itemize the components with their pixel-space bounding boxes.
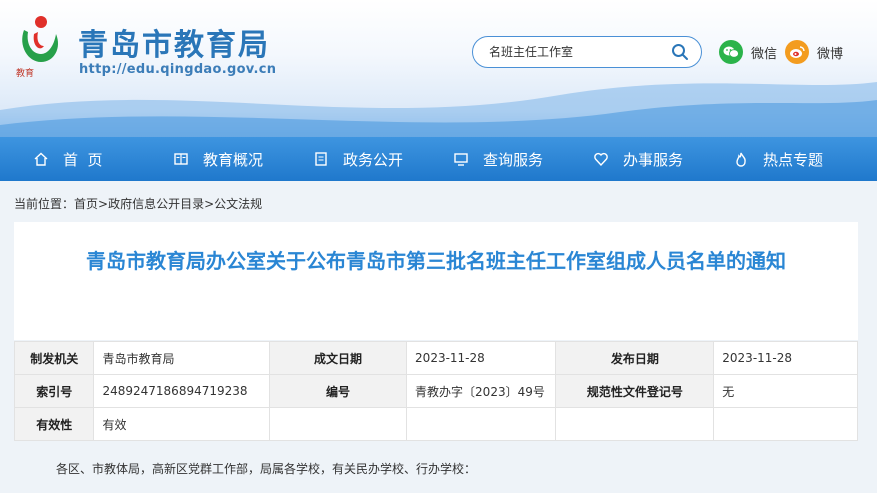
meta-key: 制发机关 <box>13 341 95 375</box>
meta-key: 有效性 <box>13 407 95 441</box>
table-row: 有效性 有效 <box>13 407 858 441</box>
article-body-first-line: 各区、市教体局，高新区党群工作部，局属各学校，有关民办学校、行办学校： <box>56 462 477 476</box>
nav-item-services[interactable]: 办事服务 <box>593 137 683 181</box>
breadcrumb-separator: > <box>204 197 215 211</box>
breadcrumb-separator: > <box>98 197 109 211</box>
meta-value: 青教办字〔2023〕49号 <box>406 374 557 408</box>
search-input[interactable] <box>489 42 659 62</box>
site-url[interactable]: http://edu.qingdao.gov.cn <box>79 62 276 77</box>
site-title[interactable]: 青岛市教育局 <box>78 20 270 64</box>
document-meta-table: 制发机关 青岛市教育局 成文日期 2023-11-28 发布日期 2023-11… <box>13 341 858 441</box>
weibo-icon <box>785 40 809 64</box>
logo-emblem-icon: 教育 <box>16 16 59 79</box>
breadcrumb-link-directory[interactable]: 政府信息公开目录 <box>108 197 204 211</box>
meta-value: 2023-11-28 <box>713 341 858 375</box>
table-row: 索引号 2489247186894719238 编号 青教办字〔2023〕49号… <box>13 374 858 408</box>
fire-icon <box>736 152 746 167</box>
meta-key: 编号 <box>268 374 408 408</box>
meta-empty-cell <box>406 407 557 441</box>
meta-key: 发布日期 <box>555 341 715 375</box>
breadcrumb-prefix: 当前位置： <box>14 197 75 211</box>
nav-item-label: 教育概况 <box>203 150 264 169</box>
meta-key: 成文日期 <box>268 341 408 375</box>
search-box <box>472 36 702 68</box>
article-title-card: 青岛市教育局办公室关于公布青岛市第三批名班主任工作室组成人员名单的通知 <box>14 222 858 340</box>
table-row: 制发机关 青岛市教育局 成文日期 2023-11-28 发布日期 2023-11… <box>13 341 858 375</box>
wechat-link[interactable]: 微信 <box>719 40 777 64</box>
nav-item-label: 首 页 <box>63 150 103 169</box>
heart-icon <box>594 152 608 167</box>
wechat-icon <box>719 40 743 64</box>
meta-value: 2023-11-28 <box>406 341 557 375</box>
nav-item-query[interactable]: 查询服务 <box>453 137 543 181</box>
meta-value: 2489247186894719238 <box>93 374 270 408</box>
svg-text:教育: 教育 <box>16 67 34 79</box>
weibo-label: 微博 <box>817 46 844 62</box>
search-icon[interactable] <box>671 43 689 61</box>
article-title: 青岛市教育局办公室关于公布青岛市第三批名班主任工作室组成人员名单的通知 <box>86 249 786 273</box>
breadcrumb-link-home[interactable]: 首页 <box>74 197 98 211</box>
meta-empty-cell <box>555 407 715 441</box>
meta-key: 索引号 <box>13 374 95 408</box>
meta-value: 有效 <box>93 407 270 441</box>
book-icon <box>174 153 188 165</box>
main-nav: 首 页 教育概况 政务公开 查询服务 办事服务 热点专题 <box>0 137 877 181</box>
breadcrumb: 当前位置：首页>政府信息公开目录>公文法规 <box>14 195 262 212</box>
monitor-icon <box>454 153 468 166</box>
weibo-link[interactable]: 微博 <box>785 40 843 64</box>
document-icon <box>315 152 327 166</box>
meta-empty-cell <box>713 407 858 441</box>
breadcrumb-link-documents[interactable]: 公文法规 <box>214 197 262 211</box>
nav-item-hot-topics[interactable]: 热点专题 <box>733 137 823 181</box>
meta-key: 规范性文件登记号 <box>555 374 715 408</box>
nav-item-overview[interactable]: 教育概况 <box>173 137 263 181</box>
nav-item-label: 查询服务 <box>483 150 544 169</box>
nav-item-gov-affairs[interactable]: 政务公开 <box>313 137 403 181</box>
nav-item-label: 办事服务 <box>623 150 684 169</box>
nav-item-label: 政务公开 <box>343 150 404 169</box>
nav-item-home[interactable]: 首 页 <box>33 137 103 181</box>
meta-value: 青岛市教育局 <box>93 341 270 375</box>
nav-item-label: 热点专题 <box>763 150 824 169</box>
home-icon <box>34 152 48 166</box>
meta-value: 无 <box>713 374 858 408</box>
wechat-label: 微信 <box>751 46 778 62</box>
meta-empty-cell <box>268 407 408 441</box>
